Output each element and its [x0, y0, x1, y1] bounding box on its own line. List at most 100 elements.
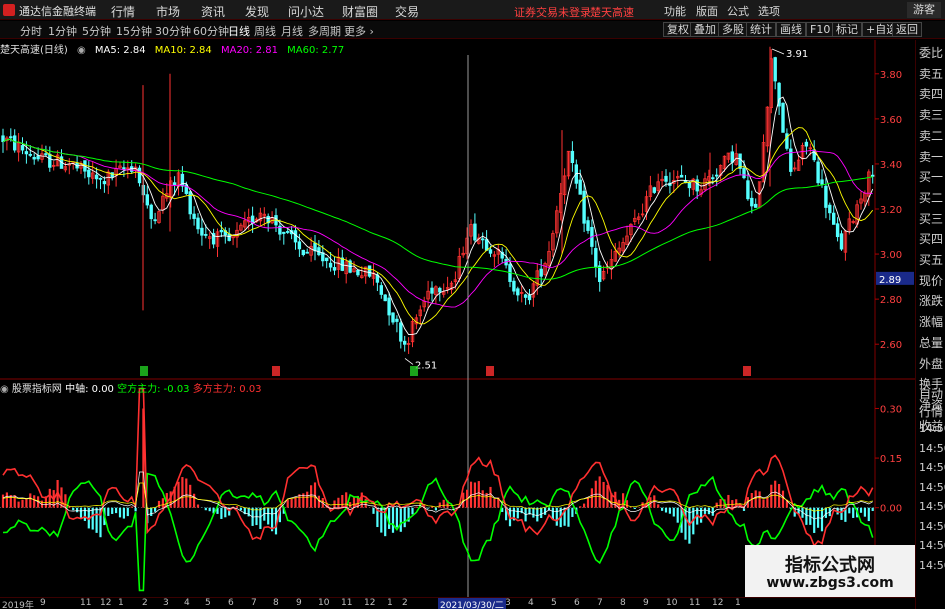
- period-toolbar: 分时 1分钟 5分钟 15分钟 30分钟 60分钟 日线 周线 月线 多周期 更…: [0, 21, 945, 39]
- mid-axis-line: [2, 471, 873, 520]
- candle-body: [153, 219, 157, 222]
- candle-body: [87, 169, 91, 178]
- period-more-label: 更多: [344, 25, 366, 38]
- candle-body: [293, 230, 298, 243]
- period-30min[interactable]: 30分钟: [155, 23, 191, 39]
- period-15min[interactable]: 15分钟: [116, 23, 152, 39]
- quote-field-14: 总量: [919, 335, 944, 350]
- date-tick: 9: [40, 598, 46, 608]
- fuquan-button[interactable]: 复权: [663, 22, 693, 37]
- auto-quote-toggle-1[interactable]: 行情: [919, 403, 943, 420]
- menu-jiaoyi[interactable]: 交易: [395, 3, 419, 20]
- multi-stock-button[interactable]: 多股: [718, 22, 748, 37]
- event-marker-icon: [140, 366, 148, 376]
- legend-toggle-icon[interactable]: ◉: [77, 45, 86, 56]
- candle-body: [539, 268, 543, 277]
- date-tick: 1: [387, 598, 393, 608]
- candle-body: [652, 187, 656, 193]
- date-tick: 8: [620, 598, 626, 608]
- period-1min[interactable]: 1分钟: [48, 23, 77, 39]
- date-tick: 5: [205, 598, 211, 608]
- candle-body: [773, 57, 777, 82]
- menu-gongneng[interactable]: 功能: [664, 3, 686, 19]
- candle-body: [523, 294, 528, 298]
- period-fenshi[interactable]: 分时: [20, 23, 42, 39]
- date-tick: 6: [574, 598, 580, 608]
- period-60min[interactable]: 60分钟: [193, 23, 229, 39]
- menu-hangqing[interactable]: 行情: [111, 3, 135, 20]
- candle-body: [356, 269, 360, 276]
- candle-body: [9, 136, 13, 139]
- quote-field-12: 涨跌: [919, 294, 944, 309]
- candle-body: [586, 220, 590, 231]
- candle-body: [582, 190, 586, 224]
- candle-body: [20, 145, 25, 151]
- draw-line-button[interactable]: 画线: [776, 22, 806, 37]
- ma20-line: [2, 138, 873, 308]
- candle-body: [305, 251, 309, 254]
- candle-body: [738, 153, 742, 169]
- quote-field-6: 买一: [919, 170, 944, 185]
- quote-field-8: 买三: [919, 211, 944, 226]
- indicator-toggle-icon[interactable]: ◉: [0, 384, 9, 395]
- menu-caifuquan[interactable]: 财富圈: [342, 3, 378, 20]
- period-weekly[interactable]: 周线: [254, 23, 276, 39]
- price-tick-label: 3.60: [880, 115, 902, 126]
- candle-body: [402, 340, 407, 345]
- ma5-line: [2, 96, 874, 335]
- menu-zixun[interactable]: 资讯: [201, 3, 225, 20]
- candle-body: [804, 141, 809, 147]
- tick-time-2: 14:50: [919, 461, 945, 474]
- candle-body: [527, 295, 532, 301]
- candle-body: [200, 227, 204, 236]
- menu-gongshi[interactable]: 公式: [727, 3, 749, 19]
- quote-field-0: 委比: [919, 46, 944, 60]
- candle-body: [399, 322, 403, 342]
- period-monthly[interactable]: 月线: [281, 23, 303, 39]
- date-tick: 4: [184, 598, 190, 608]
- quote-field-1: 卖五: [919, 66, 944, 81]
- period-daily[interactable]: 日线: [228, 23, 250, 39]
- overlay-button[interactable]: 叠加: [690, 22, 720, 37]
- back-button[interactable]: 返回: [892, 22, 922, 37]
- menu-xuanxiang[interactable]: 选项: [758, 3, 780, 19]
- quote-field-9: 买四: [919, 232, 944, 247]
- f10-button[interactable]: F10: [806, 22, 835, 37]
- candle-body: [44, 153, 48, 156]
- menu-faxian[interactable]: 发现: [245, 3, 269, 20]
- candle-body: [196, 217, 200, 230]
- event-marker-icon: [486, 366, 494, 376]
- candle-body: [137, 167, 142, 184]
- indicator-legend: ◉ 股票指标网 中轴: 0.00 空方主力: -0.03 多方主力: 0.03: [0, 380, 262, 395]
- menu-wenxiaoda[interactable]: 问小达: [288, 3, 324, 20]
- statistics-button[interactable]: 统计: [746, 22, 776, 37]
- candle-body: [679, 174, 684, 178]
- candle-body: [824, 185, 828, 208]
- quote-field-2: 卖四: [919, 87, 944, 102]
- price-tick-label: 2.60: [880, 340, 902, 351]
- event-marker-icon: [743, 366, 751, 376]
- tick-time-3: 14:50: [919, 480, 945, 494]
- menu-banmian[interactable]: 版面: [696, 3, 718, 19]
- candle-body: [24, 151, 29, 155]
- trading-login-notice[interactable]: 证券交易未登录: [514, 4, 591, 20]
- period-5min[interactable]: 5分钟: [82, 23, 111, 39]
- mark-button[interactable]: 标记: [832, 22, 862, 37]
- auto-quote-toggle-0[interactable]: 自动: [919, 385, 943, 402]
- candle-body: [192, 213, 196, 219]
- candle-body: [12, 135, 17, 151]
- candle-body: [578, 179, 582, 195]
- candle-body: [512, 280, 516, 292]
- menu-shichang[interactable]: 市场: [156, 3, 180, 20]
- quote-field-15: 外盘: [919, 356, 944, 371]
- date-tick: 1: [118, 598, 124, 608]
- period-more[interactable]: 更多 ›: [344, 23, 374, 39]
- period-multi[interactable]: 多周期: [308, 23, 341, 39]
- tick-time-4: 14:50: [919, 500, 945, 513]
- date-tick: 1: [735, 598, 741, 608]
- date-tick: 2: [142, 598, 148, 608]
- user-badge[interactable]: 游客: [907, 2, 941, 18]
- candle-body: [387, 297, 391, 316]
- candle-body: [430, 287, 434, 294]
- kline-chart[interactable]: 3.91 2.51 3.80 3.60 3.40 3.20 3.00 2.80 2.60 2.8…: [0, 40, 915, 597]
